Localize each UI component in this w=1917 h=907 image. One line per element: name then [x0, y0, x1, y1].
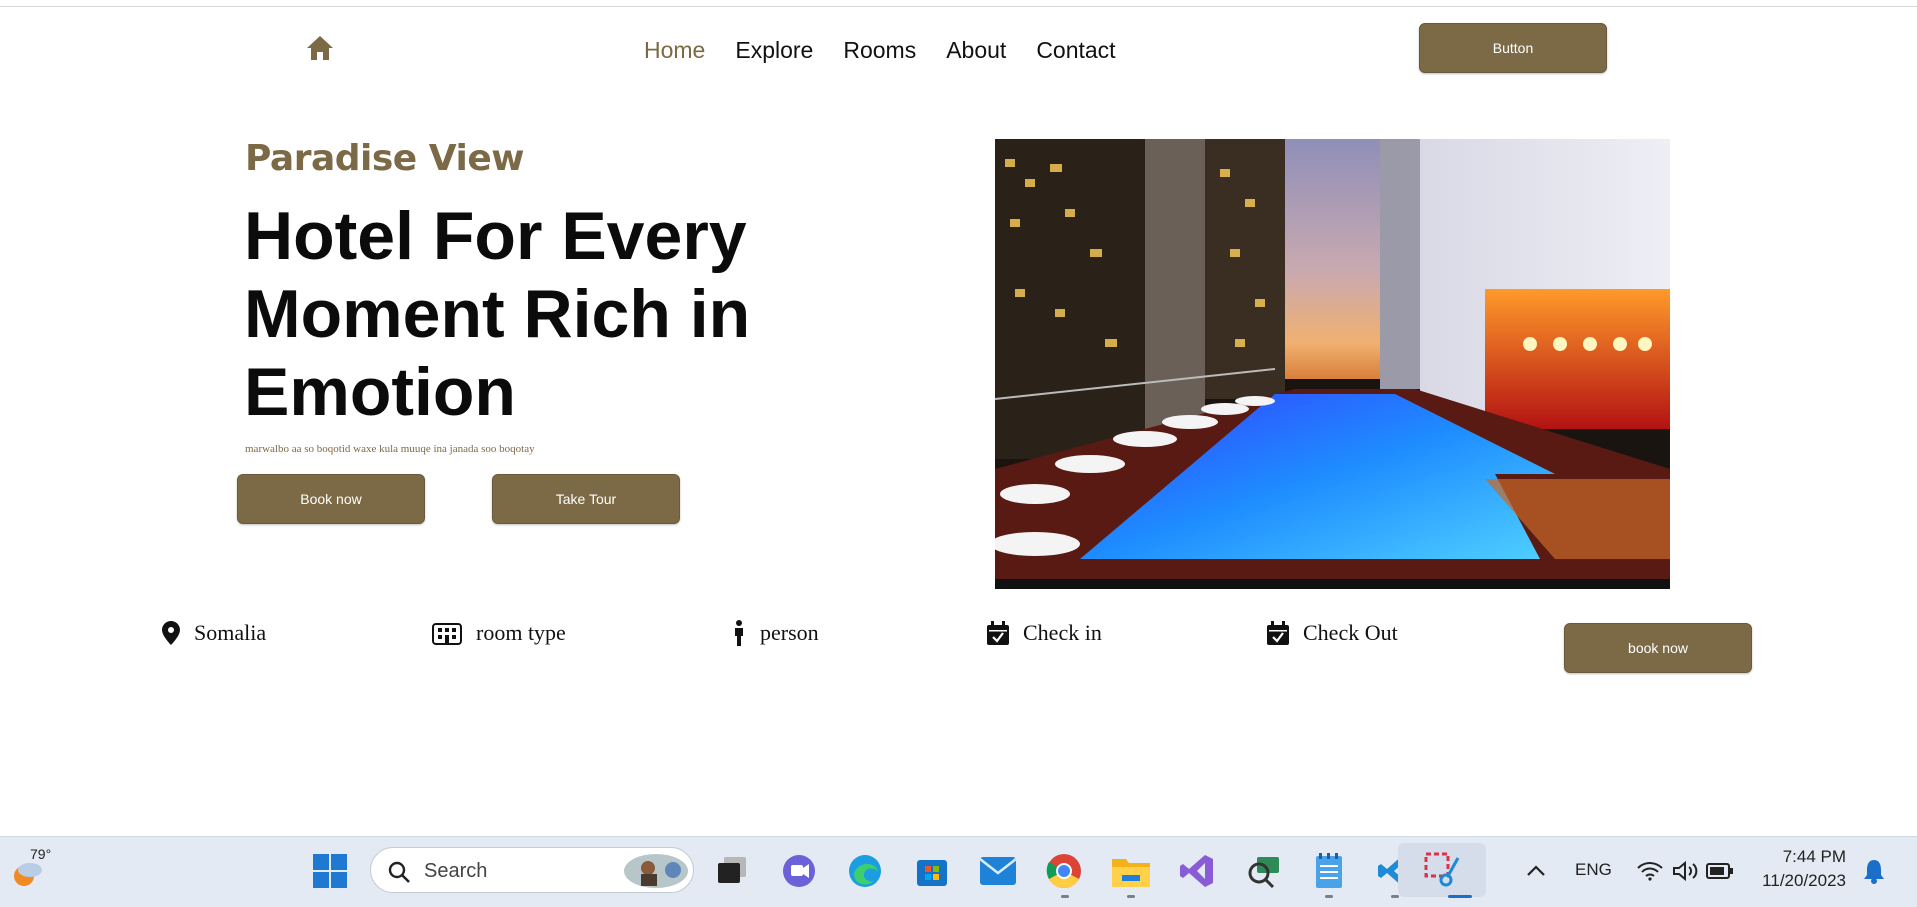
nav-about[interactable]: About: [946, 36, 1006, 64]
running-indicator: [1061, 895, 1069, 898]
nav-explore[interactable]: Explore: [735, 36, 813, 64]
search-highlight-icon: [624, 854, 688, 888]
search-placeholder: Search: [424, 860, 488, 882]
notepad-icon[interactable]: [1307, 849, 1351, 893]
task-view-icon[interactable]: [710, 849, 754, 893]
check-out-field[interactable]: Check Out: [1267, 620, 1398, 646]
snipping-tool-icon[interactable]: [1398, 843, 1486, 897]
location-label: Somalia: [194, 620, 267, 645]
room-type-field[interactable]: room type: [432, 620, 566, 646]
file-explorer-icon[interactable]: [1109, 849, 1153, 893]
hero-headline: Hotel For Every Moment Rich in Emotion: [244, 198, 751, 430]
header-button[interactable]: Button: [1419, 23, 1607, 73]
take-tour-button[interactable]: Take Tour: [492, 474, 680, 524]
check-out-label: Check Out: [1303, 620, 1398, 645]
weather-temp: 79°: [30, 846, 52, 862]
building-icon: [432, 623, 462, 645]
room-type-label: room type: [476, 620, 566, 645]
nav-rooms[interactable]: Rooms: [843, 36, 916, 64]
home-icon[interactable]: [306, 35, 334, 61]
teams-icon[interactable]: [777, 849, 821, 893]
hotel-pool-photo: [995, 139, 1670, 589]
chevron-up-icon[interactable]: [1514, 849, 1558, 893]
person-icon: [735, 620, 743, 646]
taskbar-search[interactable]: Search: [370, 847, 694, 893]
calendar-check-icon: [987, 621, 1009, 645]
main-nav: Home Explore Rooms About Contact: [644, 36, 1146, 64]
check-in-field[interactable]: Check in: [987, 620, 1102, 646]
calendar-check-icon: [1267, 621, 1289, 645]
person-label: person: [760, 620, 819, 645]
language-indicator[interactable]: ENG: [1575, 860, 1612, 880]
search-book-now-button[interactable]: book now: [1564, 623, 1752, 673]
book-now-button[interactable]: Book now: [237, 474, 425, 524]
system-clock[interactable]: 7:44 PM 11/20/2023: [1740, 845, 1846, 893]
store-icon[interactable]: [910, 849, 954, 893]
hero-subtext: marwalbo aa so boqotid waxe kula muuqe i…: [245, 443, 535, 455]
battery-icon[interactable]: [1698, 849, 1742, 893]
person-field[interactable]: person: [732, 620, 819, 646]
running-indicator: [1325, 895, 1333, 898]
clock-time: 7:44 PM: [1782, 847, 1846, 866]
start-icon[interactable]: [308, 849, 352, 893]
location-pin-icon: [162, 621, 180, 645]
notification-bell-icon[interactable]: [1852, 849, 1896, 893]
clock-date: 11/20/2023: [1762, 871, 1846, 890]
active-indicator: [1448, 895, 1472, 898]
mail-icon[interactable]: [976, 849, 1020, 893]
visual-studio-icon[interactable]: [1175, 849, 1219, 893]
check-in-label: Check in: [1023, 620, 1102, 645]
search-icon: [388, 861, 410, 883]
chrome-icon[interactable]: [1042, 849, 1086, 893]
running-indicator: [1127, 895, 1135, 898]
location-field[interactable]: Somalia: [162, 620, 266, 646]
nav-contact[interactable]: Contact: [1036, 36, 1115, 64]
top-divider: [0, 6, 1917, 7]
nav-home[interactable]: Home: [644, 36, 705, 64]
running-indicator: [1391, 895, 1399, 898]
edge-icon[interactable]: [843, 849, 887, 893]
snipping-search-icon[interactable]: [1241, 849, 1285, 893]
brand-name: Paradise View: [245, 138, 525, 179]
